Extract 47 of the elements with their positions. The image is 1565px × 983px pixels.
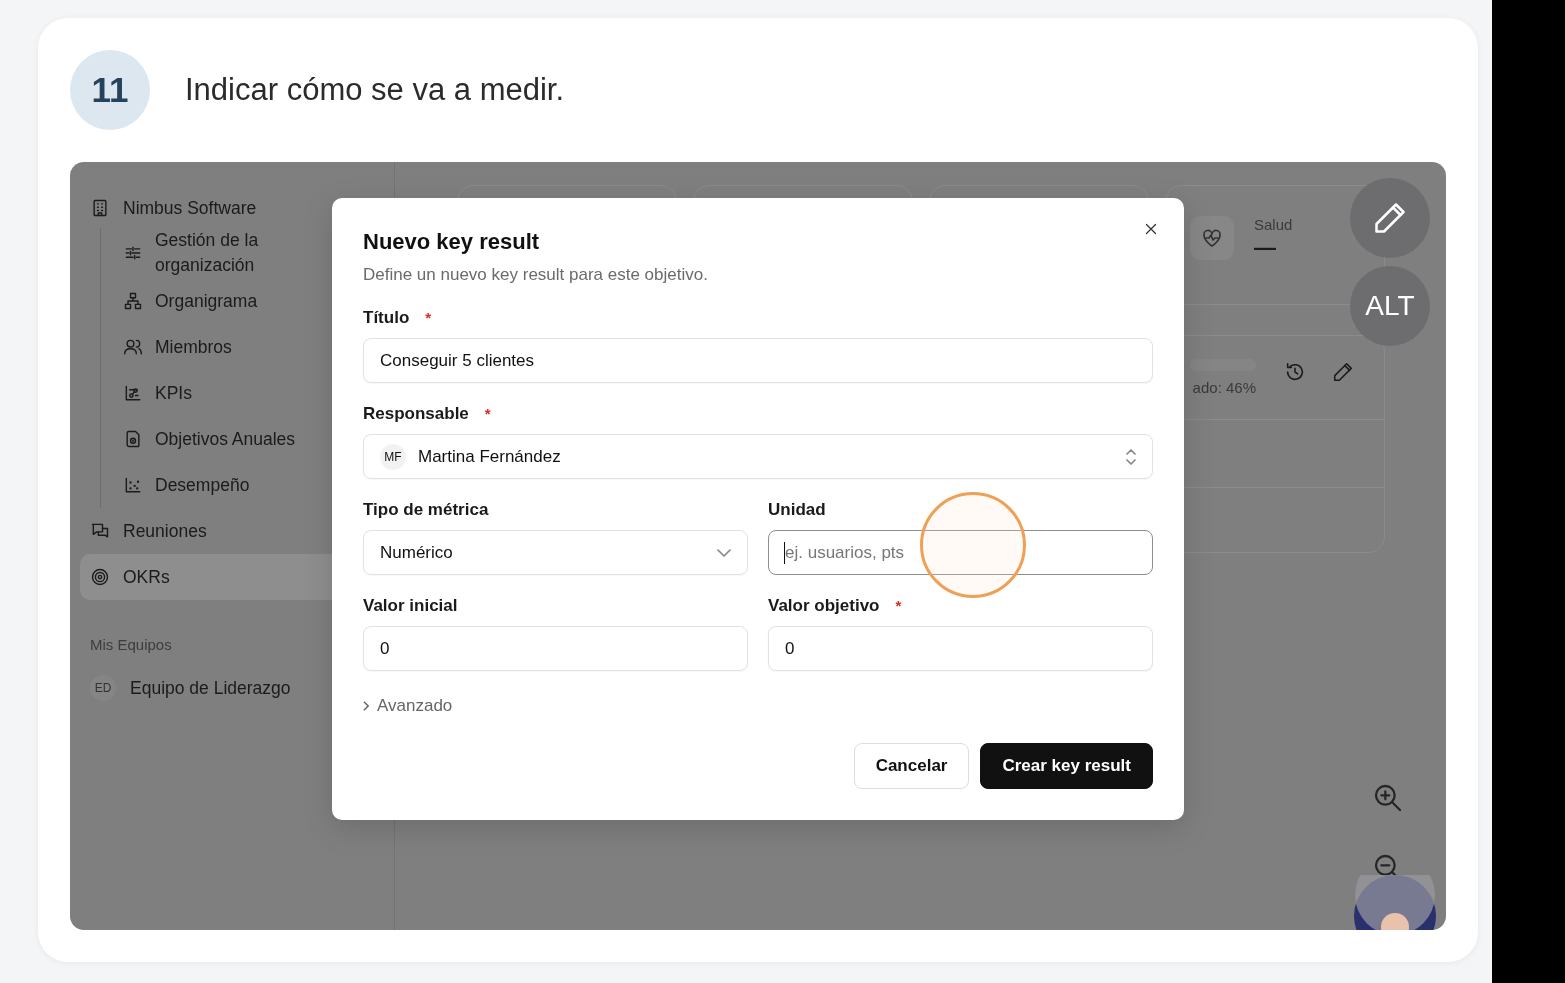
chart-icon (123, 383, 143, 403)
building-icon (90, 198, 110, 218)
section-heading: Mis Equipos (90, 636, 173, 653)
sidebar-item[interactable]: Desempeño (155, 472, 250, 498)
field-label: Valor objetivo (768, 595, 880, 617)
chat-icon (90, 521, 110, 541)
select-field[interactable]: MF Martina Fernández (363, 434, 1153, 479)
field-label: Tipo de métrica (363, 499, 489, 521)
health-value: — (1254, 235, 1277, 261)
input-field[interactable]: 0 (768, 626, 1153, 671)
field-label: Unidad (768, 499, 826, 521)
target-icon (90, 567, 110, 587)
history-icon (1284, 360, 1306, 383)
step-number: 11 (70, 50, 150, 130)
pencil-icon (1332, 360, 1354, 383)
sitemap-icon (123, 291, 143, 311)
cancel-button[interactable]: Cancelar (853, 743, 970, 789)
sidebar-item[interactable]: Miembros (155, 334, 232, 360)
progress-text: ado: 46% (1192, 379, 1256, 396)
chevron-right-icon (363, 701, 369, 711)
step-title: Indicar cómo se va a medir. (185, 72, 565, 108)
sidebar-item[interactable]: KPIs (155, 380, 192, 406)
required-mark: * (895, 596, 902, 616)
input-field[interactable]: ej. usuarios, pts (768, 530, 1153, 575)
sidebar-item[interactable]: Gestión de la organización (155, 228, 325, 278)
required-mark: * (425, 308, 432, 328)
input-field[interactable]: 0 (363, 626, 748, 671)
up-down-chevron-icon (1126, 448, 1136, 465)
advanced-toggle[interactable]: Avanzado (363, 696, 453, 716)
field-label: Título (363, 307, 410, 329)
create-button[interactable]: Crear key result (980, 743, 1153, 789)
input-field[interactable]: Conseguir 5 clientes (363, 338, 1153, 383)
health-label: Salud (1254, 216, 1293, 233)
dialog-subtitle: Define un nuevo key result para este objetivo. (363, 264, 709, 286)
dialog-title: Nuevo key result (363, 228, 541, 256)
sidebar-item[interactable]: Organigrama (155, 288, 258, 314)
sidebar-item[interactable]: Objetivos Anuales (155, 426, 296, 452)
required-mark: * (484, 404, 491, 424)
zoom-in-icon (1372, 782, 1404, 814)
users-icon (123, 337, 143, 357)
chevron-down-icon (717, 548, 731, 557)
pencil-icon (1372, 200, 1408, 236)
field-label: Responsable (363, 403, 469, 425)
org-name[interactable]: Nimbus Software (123, 197, 257, 219)
document-icon (123, 429, 143, 449)
select-field[interactable]: Numérico (363, 530, 748, 575)
scatter-chart-icon (123, 475, 143, 495)
